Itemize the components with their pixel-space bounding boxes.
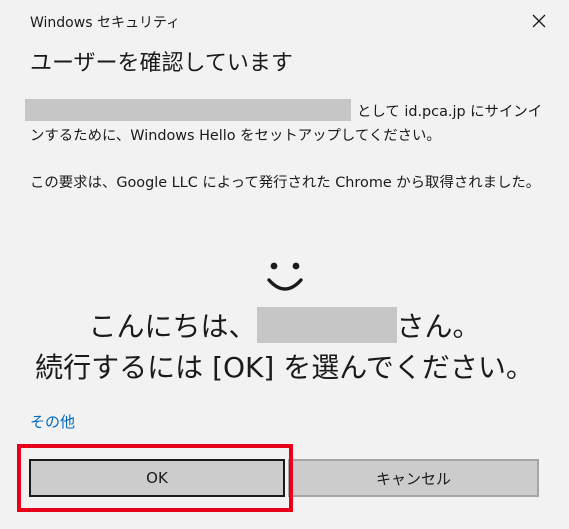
greeting-line: こんにちは、 さん。 bbox=[0, 306, 569, 348]
ok-button-label: OK bbox=[146, 469, 168, 487]
cancel-button[interactable]: キャンセル bbox=[288, 459, 539, 497]
greeting-suffix: さん。 bbox=[396, 310, 481, 343]
more-choices-link[interactable]: その他 bbox=[30, 411, 75, 432]
greeting-prefix: こんにちは、 bbox=[88, 310, 257, 343]
window-title: Windows セキュリティ bbox=[30, 15, 181, 31]
redacted-account-email bbox=[25, 99, 351, 121]
close-button[interactable] bbox=[519, 6, 559, 36]
instruction-line: 続行するには [OK] を選んでください。 bbox=[35, 351, 534, 384]
smiley-icon bbox=[267, 262, 303, 291]
request-source-message: この要求は、Google LLC によって発行された Chrome から取得され… bbox=[30, 175, 541, 191]
ok-button[interactable]: OK bbox=[29, 459, 285, 497]
close-icon bbox=[532, 14, 546, 28]
setup-message: として id.pca.jp にサインインするために、Windows Hello … bbox=[25, 99, 545, 148]
cancel-button-label: キャンセル bbox=[375, 469, 451, 488]
redacted-user-name bbox=[256, 307, 397, 343]
windows-security-dialog: Windows セキュリティ ユーザーを確認しています として id.pca.j… bbox=[0, 0, 569, 529]
dialog-heading: ユーザーを確認しています bbox=[30, 51, 293, 76]
